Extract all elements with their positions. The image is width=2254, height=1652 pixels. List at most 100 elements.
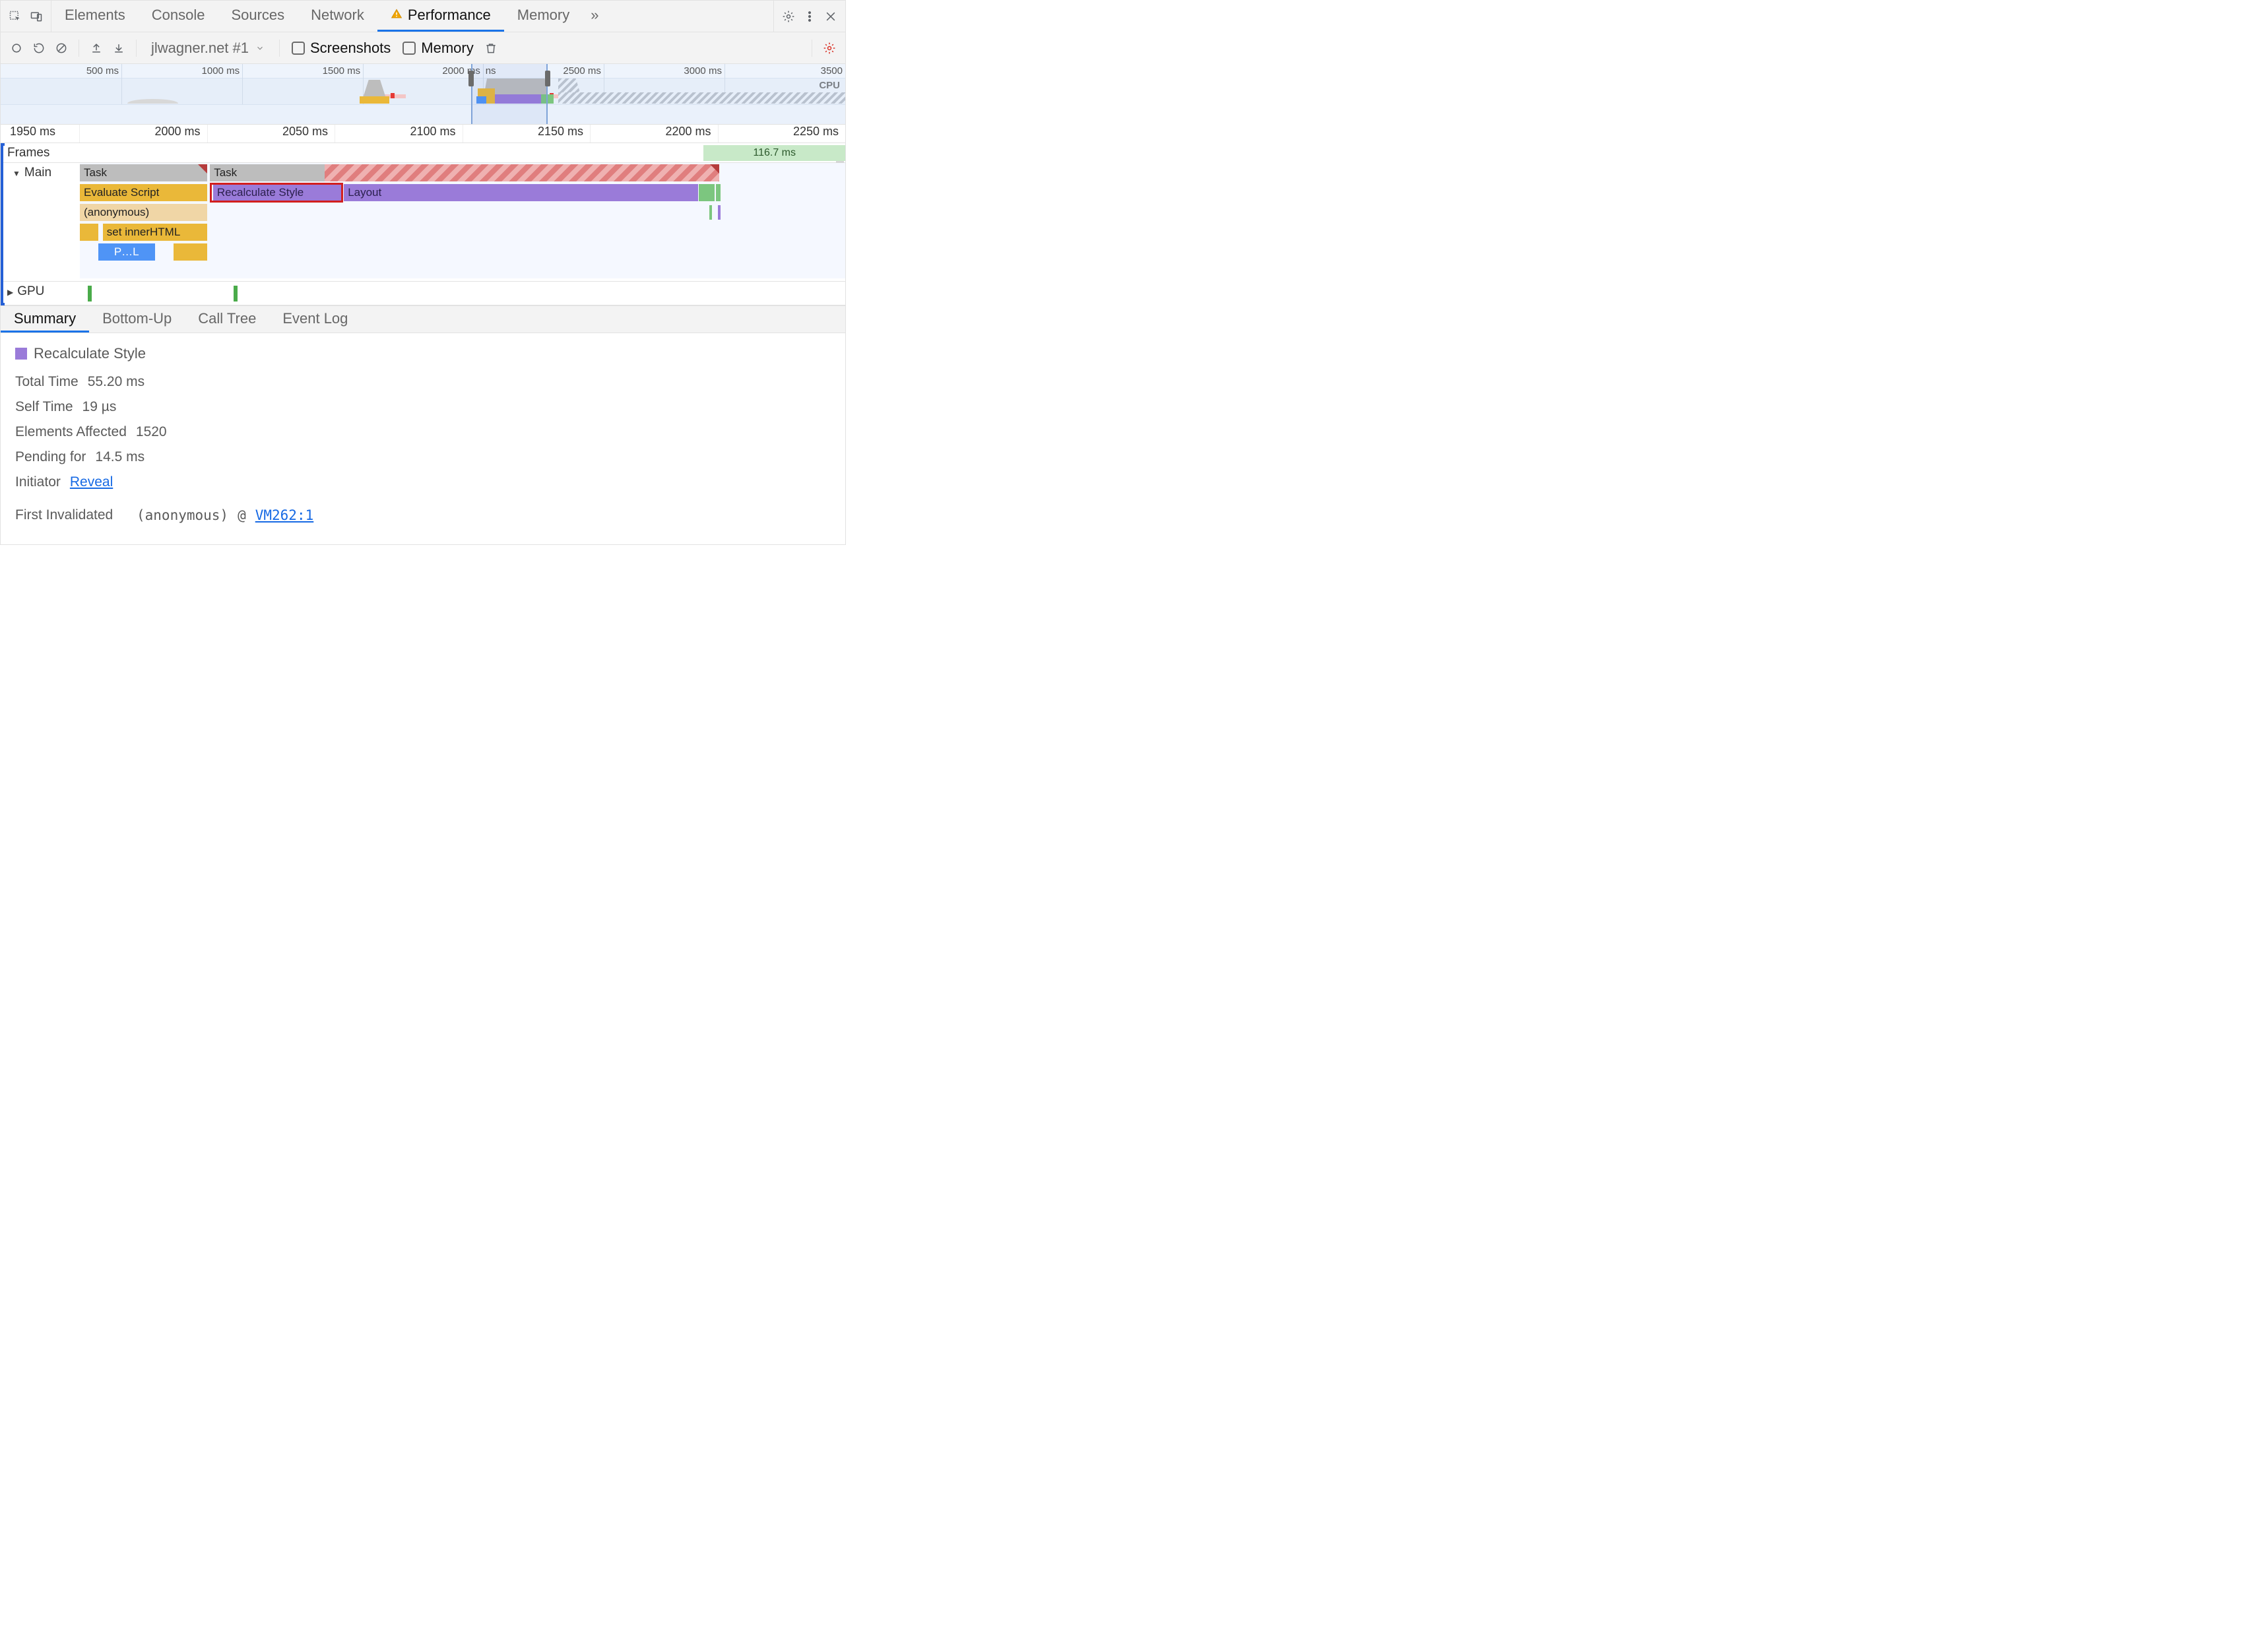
expand-icon	[13, 166, 20, 180]
clear-icon[interactable]	[52, 39, 71, 57]
tabstrip-right-icons	[773, 1, 845, 32]
settings-icon[interactable]	[779, 7, 798, 26]
tabstrip-left-icons	[1, 1, 51, 32]
gpu-track-label[interactable]: GPU	[1, 282, 80, 305]
main-track: Main Task Task Evaluate Script Recalcula…	[1, 163, 845, 282]
bar-task[interactable]: Task	[210, 164, 325, 181]
details-tabstrip: Summary Bottom-Up Call Tree Event Log	[0, 305, 846, 333]
tab-memory[interactable]: Memory	[504, 1, 583, 32]
garbage-collect-icon[interactable]	[482, 39, 500, 57]
source-location-link[interactable]: VM262:1	[255, 507, 314, 523]
gpu-event[interactable]	[234, 286, 238, 302]
bar-task-long[interactable]	[325, 164, 719, 181]
tab-bottom-up[interactable]: Bottom-Up	[89, 306, 185, 333]
tick-mark[interactable]	[718, 205, 721, 220]
inspect-element-icon[interactable]	[6, 7, 24, 26]
frame-pill[interactable]: 116.7 ms	[703, 145, 845, 161]
main-track-bracket	[1, 143, 5, 305]
ov-tick: 3500	[821, 65, 845, 77]
screenshots-checkbox[interactable]: Screenshots	[288, 40, 395, 57]
flamechart-ruler: 1950 ms 2000 ms 2050 ms 2100 ms 2150 ms …	[0, 125, 846, 143]
download-profile-icon[interactable]	[110, 39, 128, 57]
gpu-track-label-text: GPU	[17, 284, 44, 299]
gpu-event[interactable]	[88, 286, 92, 302]
tab-network[interactable]: Network	[298, 1, 377, 32]
ov-tick: 2500 ms	[563, 65, 604, 77]
bar-set-innerhtml[interactable]: set innerHTML	[103, 224, 207, 241]
long-task-indicator-icon	[710, 164, 719, 174]
recording-select[interactable]: jlwagner.net #1	[145, 40, 271, 57]
overview-window-left-handle[interactable]	[468, 71, 474, 86]
performance-toolbar: jlwagner.net #1 Screenshots Memory	[0, 32, 846, 64]
summary-key: Total Time	[15, 374, 79, 390]
overview-window-label: ns	[486, 65, 496, 77]
color-swatch	[15, 348, 27, 360]
devtools-tabstrip: Elements Console Sources Network Perform…	[0, 0, 846, 32]
ruler-cell: 2050 ms	[208, 125, 336, 143]
ov-tick: 1500 ms	[323, 65, 364, 77]
warning-icon	[391, 7, 402, 24]
bar-paint[interactable]	[699, 184, 714, 201]
bar-label: Task	[214, 166, 237, 179]
tab-performance[interactable]: Performance	[377, 1, 504, 32]
bar-evaluate-script[interactable]: Evaluate Script	[80, 184, 207, 201]
bar-anonymous[interactable]: (anonymous)	[80, 204, 207, 221]
capture-settings-icon[interactable]	[820, 39, 839, 57]
device-toggle-icon[interactable]	[27, 7, 46, 26]
ruler-cell: 2150 ms	[463, 125, 591, 143]
long-task-indicator-icon	[198, 164, 207, 174]
main-track-label[interactable]: Main	[1, 163, 80, 278]
tab-performance-label: Performance	[408, 7, 491, 24]
summary-value: 1520	[136, 424, 167, 440]
bar-parse-html[interactable]: P…L	[98, 243, 155, 261]
summary-value: 14.5 ms	[95, 449, 145, 465]
bar-recalculate-style[interactable]: Recalculate Style	[213, 184, 342, 201]
close-devtools-icon[interactable]	[821, 7, 840, 26]
tab-sources[interactable]: Sources	[218, 1, 298, 32]
flamechart: Frames 116.7 ms Main Task Task	[0, 143, 846, 305]
ruler-cell: 2100 ms	[335, 125, 463, 143]
frames-track: Frames 116.7 ms	[1, 143, 845, 163]
overview-window-right-handle[interactable]	[545, 71, 550, 86]
frames-track-label[interactable]: Frames	[1, 143, 80, 162]
panel-tabs: Elements Console Sources Network Perform…	[51, 1, 773, 32]
bar-task[interactable]: Task	[80, 164, 207, 181]
ov-tick: 500 ms	[86, 65, 121, 77]
tab-elements[interactable]: Elements	[51, 1, 139, 32]
tick-mark[interactable]	[709, 205, 712, 220]
overview-window[interactable]	[471, 64, 548, 124]
summary-value: 19 µs	[82, 399, 117, 415]
memory-checkbox[interactable]: Memory	[399, 40, 477, 57]
tab-call-tree[interactable]: Call Tree	[185, 306, 269, 333]
expand-icon	[7, 284, 13, 299]
reveal-link[interactable]: Reveal	[70, 474, 113, 490]
summary-key: First Invalidated	[15, 507, 127, 523]
bar-chunk[interactable]	[80, 224, 98, 241]
tab-summary[interactable]: Summary	[1, 306, 89, 333]
bar-paint[interactable]	[716, 184, 721, 201]
tabs-overflow[interactable]: »	[583, 1, 606, 32]
summary-key: Pending for	[15, 449, 86, 465]
recording-select-label: jlwagner.net #1	[151, 40, 249, 57]
overview-net-lane	[1, 104, 845, 124]
reload-icon[interactable]	[30, 39, 48, 57]
memory-label: Memory	[421, 40, 473, 57]
summary-key: Self Time	[15, 399, 73, 415]
summary-key: Initiator	[15, 474, 61, 490]
bar-chunk[interactable]	[174, 243, 207, 261]
ruler-cell: 2000 ms	[80, 125, 208, 143]
tab-console[interactable]: Console	[139, 1, 218, 32]
kebab-menu-icon[interactable]	[800, 7, 819, 26]
gpu-track: GPU	[1, 282, 845, 305]
main-track-label-text: Main	[24, 166, 51, 180]
upload-profile-icon[interactable]	[87, 39, 106, 57]
separator	[136, 40, 137, 57]
timeline-overview[interactable]: 500 ms 1000 ms 1500 ms 2000 ms 2500 ms 3…	[0, 64, 846, 125]
summary-value: 55.20 ms	[88, 374, 145, 390]
bar-layout[interactable]: Layout	[344, 184, 698, 201]
tab-event-log[interactable]: Event Log	[269, 306, 361, 333]
record-icon[interactable]	[7, 39, 26, 57]
chevron-down-icon	[255, 40, 265, 57]
overview-ruler: 500 ms 1000 ms 1500 ms 2000 ms 2500 ms 3…	[1, 64, 845, 79]
overview-cpu-lane	[1, 79, 845, 104]
